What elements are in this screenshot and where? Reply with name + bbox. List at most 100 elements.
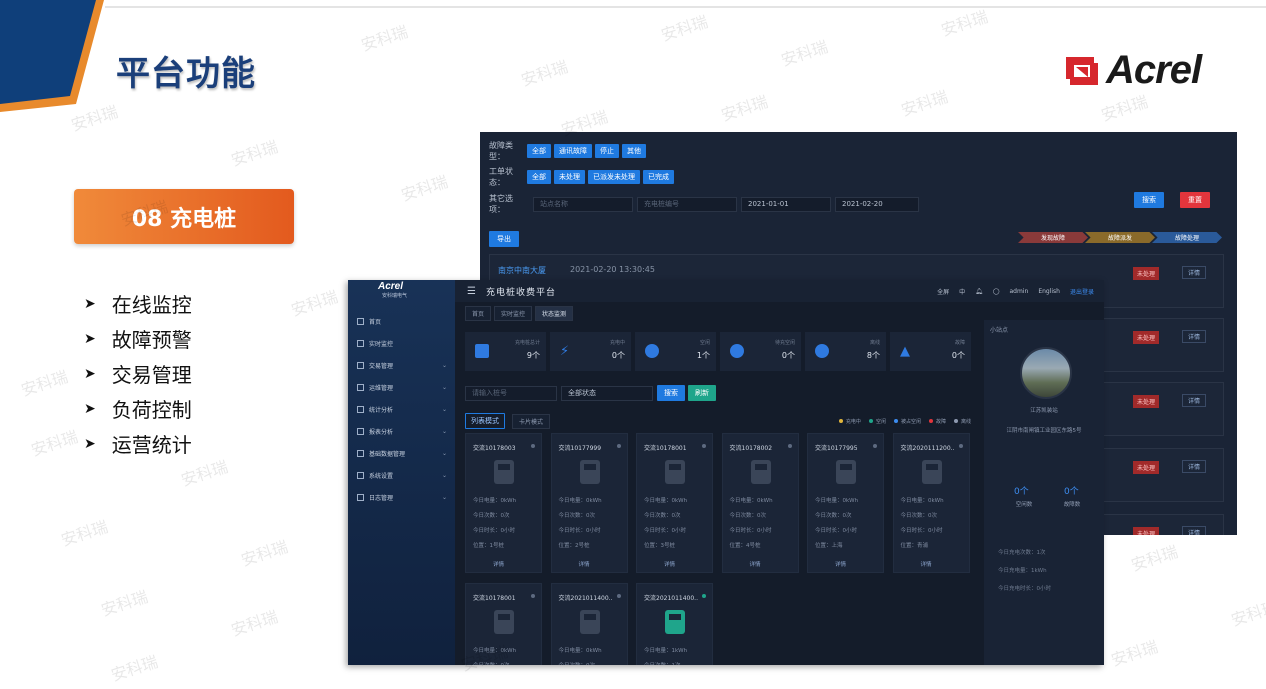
stat-card-total: 充电桩总计 9个: [465, 332, 546, 371]
date-from-input[interactable]: 2021-01-01: [741, 196, 831, 212]
watermark: 安科瑞: [58, 516, 111, 550]
card-name: 交流10178001: [473, 595, 516, 602]
search-button[interactable]: 搜索: [657, 385, 685, 401]
logout-link[interactable]: 退出登录: [1070, 287, 1094, 296]
card-mode-button[interactable]: 卡片模式: [512, 413, 551, 429]
card-detail-link[interactable]: 详情: [921, 560, 932, 568]
card-name: 交流10178001: [644, 445, 687, 452]
detail-button[interactable]: 详情: [1182, 266, 1207, 279]
charger-card[interactable]: 交流2021011400..今日电量：0kWh今日次数：0次详情: [550, 583, 628, 665]
list-mode-button[interactable]: 列表模式: [465, 413, 505, 429]
fullscreen-button[interactable]: 全屏: [937, 287, 949, 296]
fault-chip-all[interactable]: 全部: [527, 144, 551, 158]
sidebar-item-statistics[interactable]: 统计分析 ⌄: [348, 398, 455, 420]
card-detail-link[interactable]: 详情: [835, 560, 846, 568]
charger-pump-icon: [921, 460, 942, 484]
sidebar-item-monitor[interactable]: 实时监控: [348, 332, 455, 354]
sidebar-item-base-data[interactable]: 基础数据管理 ⌄: [348, 442, 455, 464]
export-button[interactable]: 导出: [489, 231, 519, 247]
wrench-icon: [357, 383, 364, 391]
fault-chip-comm[interactable]: 通讯故障: [554, 144, 592, 158]
tab-monitor[interactable]: 实时监控: [494, 306, 533, 321]
legend-item: 被占空闲: [893, 418, 921, 425]
status-dot: [702, 444, 706, 448]
english-switch[interactable]: English: [1038, 288, 1060, 295]
charger-card[interactable]: 交流10178001今日电量：0kWh今日次数：0次详情: [465, 583, 542, 665]
charger-card[interactable]: 交流10178002 今日电量：0kWh 今日次数：0次 今日时长：0小时 位置：4号桩…: [721, 433, 799, 573]
panel-title: 小站点: [990, 327, 1009, 334]
sidebar-item-reports[interactable]: 报表分析 ⌄: [348, 420, 455, 442]
card-power: 今日电量：0kWh: [644, 498, 688, 504]
watermark: 安科瑞: [288, 286, 341, 320]
charger-card[interactable]: 交流10178001 今日电量：0kWh 今日次数：0次 今日时长：0小时 位置：3号桩…: [636, 433, 713, 573]
pile-search-input[interactable]: 请输入桩号: [465, 385, 557, 401]
user-name[interactable]: admin: [1010, 288, 1029, 295]
fault-chip-other[interactable]: 其他: [622, 144, 646, 158]
sidebar-item-maintenance[interactable]: 运维管理 ⌄: [348, 376, 455, 398]
charger-card[interactable]: 交流10178003 今日电量：0kWh 今日次数：0次 今日时长：0小时 位置：1号桩…: [465, 433, 542, 573]
status-dot: [873, 444, 877, 448]
stat-name: 故障: [954, 340, 965, 346]
station-photo: [1020, 347, 1072, 399]
lang-switch[interactable]: 中: [959, 287, 965, 296]
card-detail-link[interactable]: 详情: [750, 560, 761, 568]
card-detail-link[interactable]: 详情: [664, 560, 675, 568]
order-chip-pending[interactable]: 未处理: [554, 170, 585, 184]
card-count: 今日次数：1次: [644, 661, 681, 665]
detail-button[interactable]: 详情: [1182, 460, 1207, 473]
search-row: 请输入桩号 全部状态 搜索 刷新: [465, 385, 719, 401]
page-tabs: 首页 实时监控 状态监测: [465, 306, 576, 321]
status-dot: [958, 444, 963, 448]
status-select[interactable]: 全部状态: [561, 385, 653, 401]
pile-number-input[interactable]: 充电桩编号: [637, 196, 737, 212]
fault-chip-stop[interactable]: 停止: [595, 144, 619, 158]
card-power: 今日电量：0kWh: [473, 498, 517, 504]
stat-name: 待充空闲: [774, 340, 795, 346]
status-badge: 未处理: [1133, 331, 1160, 344]
reset-button[interactable]: 重置: [1180, 192, 1210, 208]
order-chip-done[interactable]: 已完成: [643, 170, 674, 184]
detail-button[interactable]: 详情: [1182, 330, 1207, 343]
tab-home[interactable]: 首页: [465, 306, 492, 321]
feature-item: ➤ 运营统计: [84, 426, 192, 461]
detail-button[interactable]: 详情: [1182, 526, 1207, 535]
sidebar-item-logs[interactable]: 日志管理 ⌄: [348, 486, 455, 508]
top-bar-actions: 全屏 中 🔔︎ ◯ admin English 退出登录: [927, 287, 1094, 296]
charger-card[interactable]: 交流10177999 今日电量：0kWh 今日次数：0次 今日时长：0小时 位置：2号桩…: [550, 433, 628, 573]
card-detail-link[interactable]: 详情: [579, 560, 590, 568]
view-mode-row: 列表模式 卡片模式 充电中 空闲 被占空闲 故障 离线: [465, 413, 971, 429]
bell-icon[interactable]: 🔔︎: [975, 288, 983, 295]
sidebar-item-home[interactable]: 首页: [348, 310, 455, 332]
date-to-input[interactable]: 2021-02-20: [835, 196, 919, 212]
card-position: 位置：3号桩: [644, 543, 675, 549]
order-chip-all[interactable]: 全部: [527, 170, 551, 184]
refresh-button[interactable]: 刷新: [688, 385, 716, 401]
status-legend: 充电中 空闲 被占空闲 故障 离线: [831, 418, 971, 425]
sidebar-item-trade[interactable]: 交易管理 ⌄: [348, 354, 455, 376]
search-button[interactable]: 搜索: [1134, 192, 1164, 208]
sidebar-item-settings[interactable]: 系统设置 ⌄: [348, 464, 455, 486]
charger-card[interactable]: 交流2021011400..今日电量：1kWh今日次数：1次详情: [636, 583, 713, 665]
user-icon[interactable]: ◯: [993, 288, 1000, 295]
card-count: 今日次数：0次: [558, 513, 596, 519]
card-detail-link[interactable]: 详情: [493, 560, 504, 568]
status-dot: [531, 594, 535, 598]
card-position: 位置：2号桩: [558, 543, 590, 549]
chevron-down-icon: ⌄: [441, 427, 447, 435]
menu-toggle-icon[interactable]: ☰: [467, 286, 476, 297]
stat-name: 充电桩总计: [514, 340, 540, 346]
card-power: 今日电量：0kWh: [558, 498, 602, 504]
detail-button[interactable]: 详情: [1182, 394, 1207, 407]
stat-value: 0个: [781, 351, 795, 360]
station-name-input[interactable]: 站点名称: [533, 196, 633, 212]
charger-card[interactable]: 交流10177995 今日电量：0kWh 今日次数：0次 今日时长：0小时 位置：上海详…: [807, 433, 884, 573]
record-station[interactable]: 南京中南大厦: [498, 265, 546, 276]
sidebar-logo: Acrel: [378, 281, 404, 292]
chevron-down-icon: ⌄: [441, 449, 447, 457]
order-chip-dispatched[interactable]: 已派发未处理: [588, 170, 640, 184]
card-position: 位置：4号桩: [729, 543, 761, 549]
stat-cards: 充电桩总计 9个 ⚡︎ 充电中 0个 空闲 1个 待充空闲 0个 离线 8个 ▲ 故障 0个: [465, 332, 975, 371]
tab-status[interactable]: 状态监测: [535, 306, 574, 321]
charger-card[interactable]: 交流2020111200.. 今日电量：0kWh 今日次数：0次 今日时长：0小时 位置…: [892, 433, 970, 573]
card-position: 位置：1号桩: [473, 543, 504, 549]
